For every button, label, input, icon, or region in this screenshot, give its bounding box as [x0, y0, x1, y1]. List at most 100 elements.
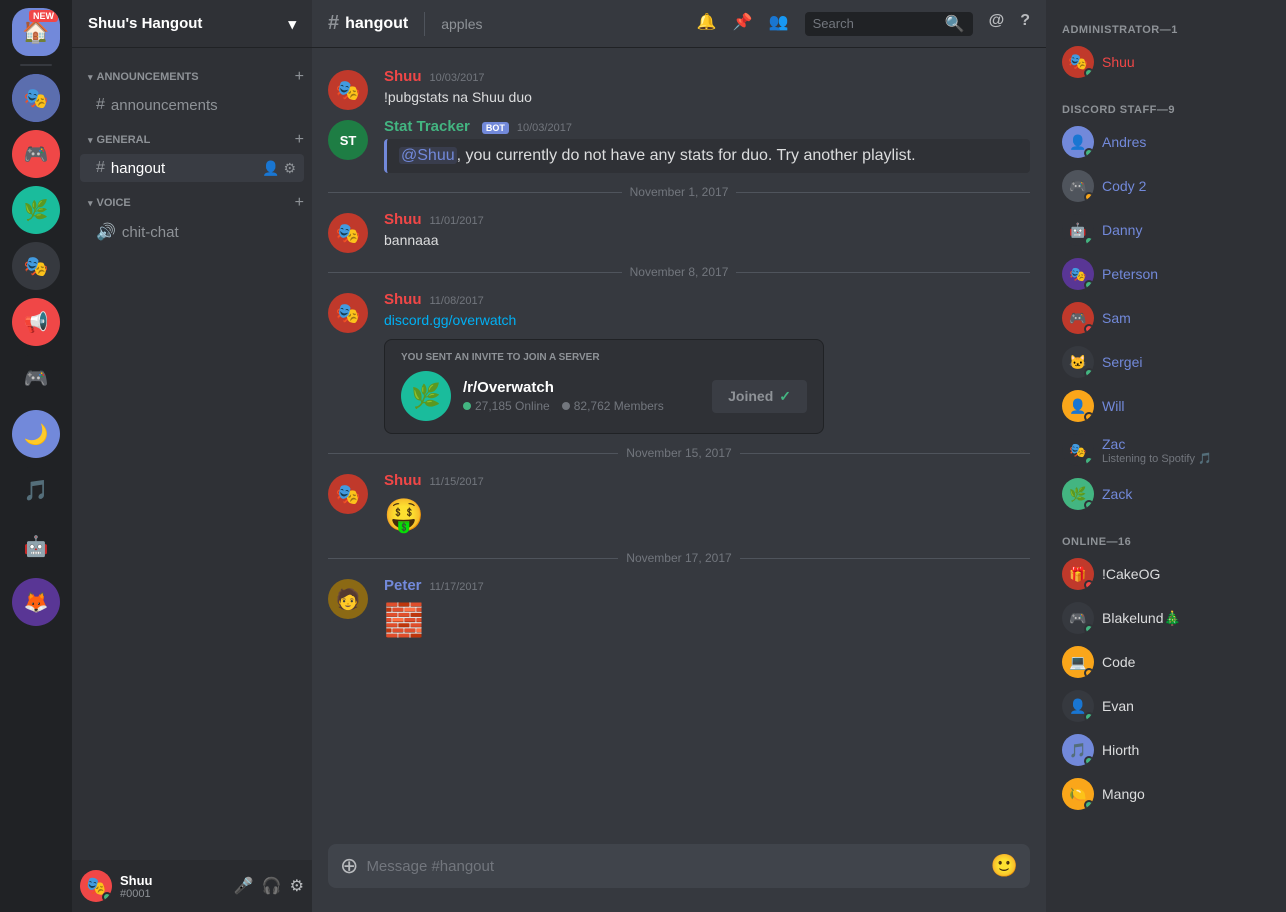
member-hiorth[interactable]: 🎵 Hiorth — [1054, 728, 1278, 772]
search-input[interactable] — [813, 16, 939, 31]
message-group-3: 🎭 Shuu 11/01/2017 bannaaa — [312, 207, 1046, 257]
chat-header-channel: # hangout — [328, 12, 408, 35]
msg-content-4: Shuu 11/08/2017 discord.gg/overwatch YOU… — [384, 291, 1030, 434]
help-icon[interactable]: ? — [1020, 12, 1030, 36]
channel-hash-icon: # — [328, 12, 339, 35]
channel-list: ▾ ANNOUNCEMENTS + # announcements ▾ GENE… — [72, 48, 312, 860]
member-peterson[interactable]: 🎭 Peterson — [1054, 252, 1278, 296]
member-sergei[interactable]: 🐱 Sergei — [1054, 340, 1278, 384]
emoji-picker-button[interactable]: 🙂 — [991, 853, 1018, 879]
discord-link[interactable]: discord.gg/overwatch — [384, 312, 516, 328]
category-general[interactable]: ▾ GENERAL + — [72, 127, 312, 153]
member-status-andres — [1084, 148, 1094, 158]
member-zack[interactable]: 🌿 Zack — [1054, 472, 1278, 516]
invite-server-icon: 🌿 — [401, 371, 451, 421]
search-box[interactable]: 🔍 — [805, 12, 973, 36]
server-header[interactable]: Shuu's Hangout ▾ — [72, 0, 312, 48]
category-admin: ADMINISTRATOR—1 — [1054, 16, 1278, 40]
member-shuu[interactable]: 🎭 Shuu — [1054, 40, 1278, 84]
add-attachment-button[interactable]: ⊕ — [340, 853, 358, 879]
bell-icon[interactable]: 🔔 — [697, 12, 717, 36]
category-voice[interactable]: ▾ VOICE + — [72, 190, 312, 216]
member-andres[interactable]: 👤 Andres — [1054, 120, 1278, 164]
add-voice-channel-icon[interactable]: + — [295, 194, 304, 212]
member-status-hiorth — [1084, 756, 1094, 766]
user-controls: 🎤 🎧 ⚙ — [234, 876, 304, 896]
member-cakeog[interactable]: 🎁 !CakeOG — [1054, 552, 1278, 596]
member-will[interactable]: 👤 Will — [1054, 384, 1278, 428]
message-input[interactable] — [366, 858, 990, 875]
main-chat: # hangout apples 🔔 📌 👥 🔍 @ ? 🎭 Shuu 10/0… — [312, 0, 1046, 912]
msg-author-stat-tracker: Stat Tracker — [384, 118, 470, 135]
user-settings-button[interactable]: ⚙ — [290, 876, 304, 896]
search-icon: 🔍 — [945, 14, 965, 34]
channel-chit-chat[interactable]: 🔊 chit-chat — [80, 217, 304, 247]
add-member-button[interactable]: 👤 — [262, 160, 279, 177]
member-status-sam — [1084, 324, 1094, 334]
invite-info: /r/Overwatch 27,185 Online 82,762 Member… — [463, 379, 700, 413]
joined-label: Joined — [728, 388, 773, 404]
category-announcements[interactable]: ▾ ANNOUNCEMENTS + — [72, 64, 312, 90]
date-divider-nov17: November 17, 2017 — [312, 543, 1046, 573]
members-icon[interactable]: 👥 — [769, 12, 789, 36]
bot-badge: BOT — [482, 122, 509, 134]
member-zac[interactable]: 🎭 Zac Listening to Spotify 🎵 — [1054, 428, 1278, 472]
member-name-code: Code — [1102, 654, 1135, 670]
channel-settings-button[interactable]: ⚙ — [283, 160, 296, 177]
member-sam[interactable]: 🎮 Sam — [1054, 296, 1278, 340]
at-icon[interactable]: @ — [989, 12, 1005, 36]
member-danny[interactable]: 🤖 Danny — [1054, 208, 1278, 252]
new-badge: NEW — [29, 10, 58, 22]
message-group-1: 🎭 Shuu 10/03/2017 !pubgstats na Shuu duo — [312, 64, 1046, 114]
member-blakelund[interactable]: 🎮 Blakelund🎄 — [1054, 596, 1278, 640]
msg-text-6: 🧱 — [384, 596, 1030, 644]
member-avatar-zack: 🌿 — [1062, 478, 1094, 510]
server-sidebar: 🏠 NEW 🎭 🎮 🌿 🎭 📢 🎮 🌙 🎵 🤖 🦊 — [0, 0, 72, 912]
server-dropdown-icon[interactable]: ▾ — [288, 15, 296, 33]
member-evan[interactable]: 👤 Evan — [1054, 684, 1278, 728]
member-mango[interactable]: 🍋 Mango — [1054, 772, 1278, 816]
msg-timestamp-5: 11/15/2017 — [430, 476, 484, 488]
deafen-button[interactable]: 🎧 — [262, 876, 282, 896]
online-stat: 27,185 Online — [463, 399, 550, 413]
msg-author-3: Shuu — [384, 211, 422, 228]
channel-announcements[interactable]: # announcements — [80, 91, 304, 119]
avatar-stat-tracker: ST — [328, 120, 368, 160]
msg-text-4: discord.gg/overwatch — [384, 310, 1030, 331]
server-icon-8[interactable]: 🎵 — [12, 466, 60, 514]
server-icon-9[interactable]: 🤖 — [12, 522, 60, 570]
add-channel-general-icon[interactable]: + — [295, 131, 304, 149]
member-status-cakeog — [1084, 580, 1094, 590]
server-icon-10[interactable]: 🦊 — [12, 578, 60, 626]
server-icon-2[interactable]: 🎮 — [12, 130, 60, 178]
msg-text-3: bannaaa — [384, 230, 1030, 251]
server-icon-3[interactable]: 🌿 — [12, 186, 60, 234]
avatar-shuu-5: 🎭 — [328, 474, 368, 514]
server-icon-5[interactable]: 📢 — [12, 298, 60, 346]
member-info-shuu: Shuu — [1102, 54, 1135, 70]
members-sidebar: ADMINISTRATOR—1 🎭 Shuu DISCORD STAFF—9 👤… — [1046, 0, 1286, 912]
user-discriminator: #0001 — [120, 888, 226, 900]
server-home[interactable]: 🏠 NEW — [12, 8, 60, 56]
member-name-mango: Mango — [1102, 786, 1145, 802]
server-icon-7[interactable]: 🌙 — [12, 410, 60, 458]
member-cody2[interactable]: 🎮 Cody 2 — [1054, 164, 1278, 208]
member-status-will — [1084, 412, 1094, 422]
mute-button[interactable]: 🎤 — [234, 876, 254, 896]
category-staff: DISCORD STAFF—9 — [1054, 96, 1278, 120]
invite-label: YOU SENT AN INVITE TO JOIN A SERVER — [401, 352, 807, 363]
pin-icon[interactable]: 📌 — [733, 12, 753, 36]
member-code[interactable]: 💻 Code — [1054, 640, 1278, 684]
msg-content-5: Shuu 11/15/2017 🤑 — [384, 472, 1030, 539]
server-icon-1[interactable]: 🎭 — [12, 74, 60, 122]
member-avatar-will: 👤 — [1062, 390, 1094, 422]
hash-icon-hangout: # — [96, 159, 105, 177]
member-avatar-cody2: 🎮 — [1062, 170, 1094, 202]
add-channel-announcements-icon[interactable]: + — [295, 68, 304, 86]
channel-hangout[interactable]: # hangout 👤 ⚙ — [80, 154, 304, 182]
server-icon-6[interactable]: 🎮 — [12, 354, 60, 402]
joined-button[interactable]: Joined ✓ — [712, 380, 807, 413]
invite-server-name: /r/Overwatch — [463, 379, 700, 396]
member-stat: 82,762 Members — [562, 399, 664, 413]
server-icon-4[interactable]: 🎭 — [12, 242, 60, 290]
